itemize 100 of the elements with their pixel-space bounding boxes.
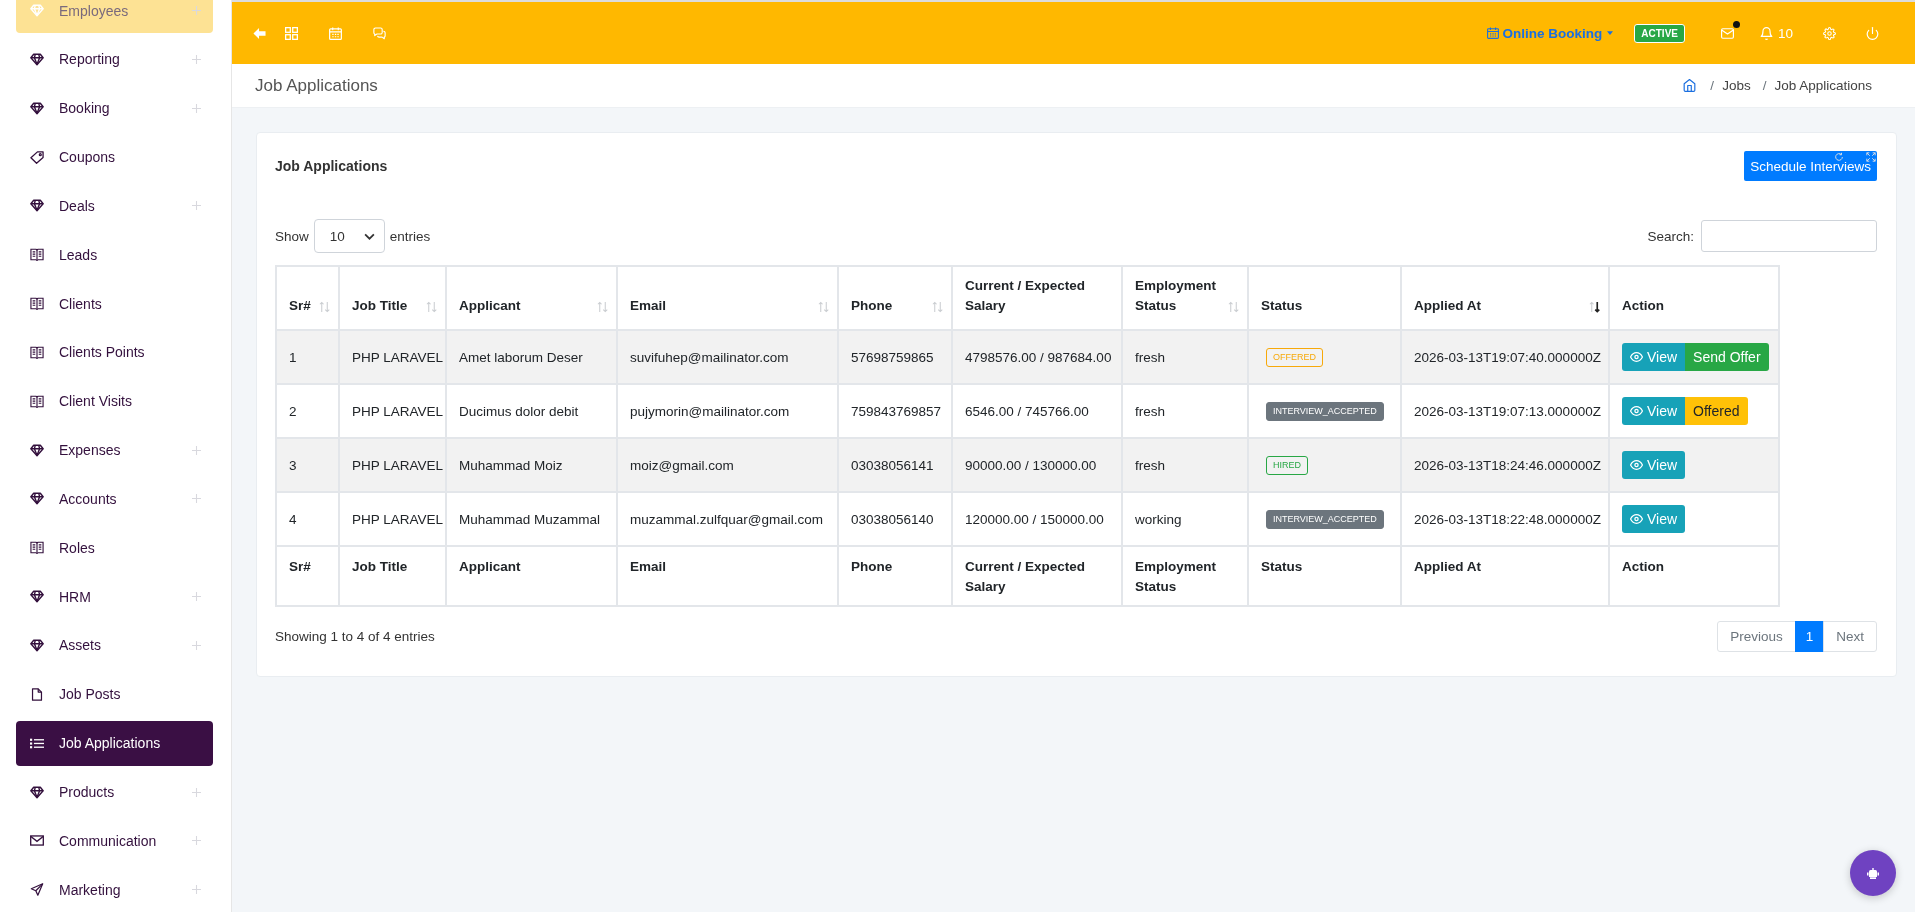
power-icon[interactable] <box>1866 26 1879 40</box>
gem-icon <box>30 4 44 17</box>
search-field[interactable] <box>1701 220 1877 252</box>
sidebar-item[interactable]: Marketing <box>16 867 213 912</box>
caret-icon <box>1607 31 1614 35</box>
table-cell: 2026-03-13T18:22:48.000000Z <box>1401 492 1609 546</box>
eye-icon <box>1630 514 1643 524</box>
column-footer: Applicant <box>446 546 617 606</box>
column-footer: Applied At <box>1401 546 1609 606</box>
table-cell: suvifuhep@mailinator.com <box>617 330 838 384</box>
table-cell: muzammal.zulfquar@gmail.com <box>617 492 838 546</box>
book-icon <box>30 345 44 359</box>
table-cell: working <box>1122 492 1248 546</box>
table-cell: fresh <box>1122 330 1248 384</box>
gem-icon <box>30 638 44 652</box>
table-info: Showing 1 to 4 of 4 entries <box>275 629 435 644</box>
refresh-icon[interactable] <box>1834 152 1844 162</box>
calendar-icon[interactable] <box>329 26 342 40</box>
column-footer: Employment Status <box>1122 546 1248 606</box>
action-button[interactable]: Offered <box>1685 397 1748 425</box>
card-title: Job Applications <box>275 158 388 174</box>
sidebar-item[interactable]: Coupons <box>16 134 213 180</box>
table-cell: fresh <box>1122 438 1248 492</box>
column-footer: Action <box>1609 546 1779 606</box>
sidebar-item[interactable]: Roles <box>16 525 213 571</box>
breadcrumb-separator: / <box>1710 78 1715 93</box>
gem-icon <box>30 443 44 457</box>
table-cell: 4798576.00 / 987684.00 <box>952 330 1122 384</box>
gem-icon <box>30 101 44 115</box>
table-cell: 4 <box>276 492 339 546</box>
status-badge: HIRED <box>1266 455 1308 475</box>
gem-icon <box>30 590 44 604</box>
sidebar-item[interactable]: Clients Points <box>16 329 213 375</box>
gem-icon <box>30 52 44 66</box>
list-icon <box>30 736 44 750</box>
book-icon <box>30 394 44 408</box>
column-footer: Current / Expected Salary <box>952 546 1122 606</box>
back-arrow-icon[interactable] <box>253 26 266 40</box>
gem-icon <box>30 199 44 213</box>
breadcrumb-separator: / <box>1762 78 1767 93</box>
sidebar-item[interactable]: Assets <box>16 622 213 668</box>
table-cell: 03038056141 <box>838 438 952 492</box>
sidebar-item[interactable]: Reporting <box>16 36 213 82</box>
pagination-link[interactable]: 1 <box>1794 621 1825 652</box>
sidebar-item[interactable]: Expenses <box>16 427 213 473</box>
table-cell: 90000.00 / 130000.00 <box>952 438 1122 492</box>
table-cell: Muhammad Muzammal <box>446 492 617 546</box>
status-badge: OFFERED <box>1266 347 1323 367</box>
sidebar-item[interactable]: HRM <box>16 574 213 620</box>
show-label: Show <box>275 228 309 244</box>
column-header[interactable]: Sr# <box>276 266 339 330</box>
search-label: Search: <box>1647 228 1694 244</box>
entries-select[interactable]: 10 <box>313 219 385 253</box>
breadcrumb-link[interactable]: Jobs <box>1722 78 1751 93</box>
schedule-interviews-button[interactable]: Schedule Interviews <box>1744 151 1877 181</box>
gem-icon <box>30 492 44 506</box>
table-cell: PHP LARAVEL <box>339 438 446 492</box>
sidebar-item[interactable]: Clients <box>16 281 213 327</box>
table-cell: 57698759865 <box>838 330 952 384</box>
table-cell: 3 <box>276 438 339 492</box>
robot-icon <box>1867 867 1879 879</box>
column-footer: Status <box>1248 546 1401 606</box>
tag-icon <box>30 150 44 164</box>
gem-icon <box>30 785 44 799</box>
expand-icon[interactable] <box>1866 152 1876 162</box>
table-cell: Amet laborum Deser <box>446 330 617 384</box>
chevron-down-icon <box>363 232 375 240</box>
eye-icon <box>1630 352 1643 362</box>
table-cell: 2026-03-13T19:07:40.000000Z <box>1401 330 1609 384</box>
bell-icon <box>1759 26 1773 40</box>
column-footer: Phone <box>838 546 952 606</box>
sidebar-item[interactable]: Leads <box>16 232 213 278</box>
envelope-icon <box>30 834 44 848</box>
table-cell: 03038056140 <box>838 492 952 546</box>
sidebar-item[interactable]: Employees <box>16 0 213 33</box>
settings-icon[interactable] <box>1823 26 1836 40</box>
sidebar-item[interactable]: Client Visits <box>16 378 213 424</box>
eye-icon <box>1630 406 1643 416</box>
table-cell: Muhammad Moiz <box>446 438 617 492</box>
sidebar-item[interactable]: Booking <box>16 85 213 131</box>
sidebar-item[interactable]: Communication <box>16 818 213 864</box>
chat-icon[interactable] <box>373 26 386 40</box>
status-badge: INTERVIEW_ACCEPTED <box>1266 401 1384 421</box>
grid-icon[interactable] <box>285 26 298 40</box>
sidebar-item[interactable]: Job Posts <box>16 671 213 717</box>
book-icon <box>30 248 44 262</box>
entries-label: entries <box>389 228 431 244</box>
table-cell: 120000.00 / 150000.00 <box>952 492 1122 546</box>
breadcrumb-current-page: Job Applications <box>1774 78 1872 93</box>
paper-plane-icon <box>30 883 44 897</box>
sidebar-item[interactable]: Products <box>16 769 213 815</box>
sidebar-item[interactable]: Accounts <box>16 476 213 522</box>
sidebar-item[interactable]: Job Applications <box>16 720 213 766</box>
column-footer: Sr# <box>276 546 339 606</box>
book-icon <box>30 541 44 555</box>
table-cell: PHP LARAVEL <box>339 492 446 546</box>
page-title: Job Applications <box>255 75 378 96</box>
sidebar-item[interactable]: Deals <box>16 183 213 229</box>
mail-icon[interactable] <box>1720 26 1734 40</box>
home-icon[interactable] <box>1683 79 1697 92</box>
